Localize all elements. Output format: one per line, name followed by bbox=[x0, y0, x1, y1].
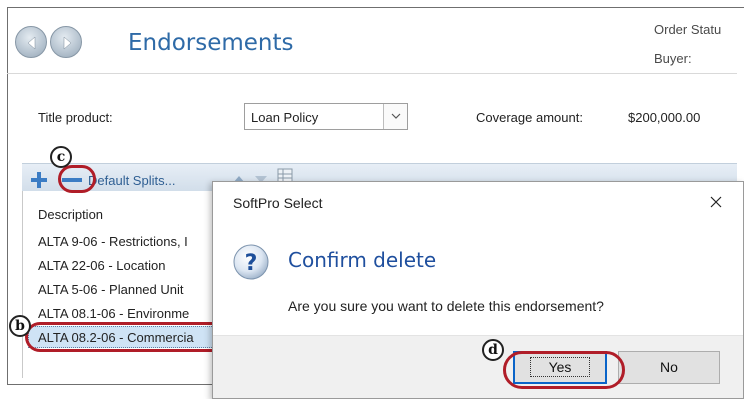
buyer-label: Buyer: bbox=[654, 51, 692, 66]
back-arrow-icon bbox=[27, 36, 36, 50]
table-row[interactable]: ALTA 08.1-06 - Environme bbox=[38, 306, 189, 321]
callout-ring-b bbox=[25, 322, 230, 352]
back-button[interactable] bbox=[15, 26, 47, 58]
callout-ring-c bbox=[58, 165, 96, 193]
default-splits-button[interactable]: Default Splits... bbox=[88, 173, 175, 188]
forward-arrow-icon bbox=[63, 36, 72, 50]
question-icon: ? bbox=[233, 244, 269, 280]
dropdown-button[interactable] bbox=[383, 104, 407, 129]
dialog-title: SoftPro Select bbox=[233, 195, 323, 211]
callout-badge-d: d bbox=[482, 339, 504, 361]
page-title: Endorsements bbox=[128, 30, 294, 56]
chevron-down-icon bbox=[391, 113, 401, 119]
coverage-amount-value: $200,000.00 bbox=[628, 110, 701, 125]
callout-badge-b: b bbox=[9, 315, 31, 337]
confirm-delete-dialog: SoftPro Select ? Confirm delete Are you … bbox=[212, 181, 744, 399]
table-row[interactable]: ALTA 9-06 - Restrictions, I bbox=[38, 234, 188, 249]
table-row[interactable]: ALTA 22-06 - Location bbox=[38, 258, 165, 273]
coverage-amount-label: Coverage amount: bbox=[476, 110, 583, 125]
callout-ring-d bbox=[503, 351, 625, 389]
title-product-select[interactable]: Loan Policy bbox=[244, 103, 408, 130]
dialog-heading: Confirm delete bbox=[288, 248, 437, 272]
close-icon bbox=[710, 196, 722, 208]
table-row[interactable]: ALTA 5-06 - Planned Unit bbox=[38, 282, 184, 297]
no-button[interactable]: No bbox=[618, 351, 720, 384]
plus-icon[interactable] bbox=[30, 171, 48, 189]
title-product-label: Title product: bbox=[38, 110, 113, 125]
forward-button[interactable] bbox=[50, 26, 82, 58]
title-product-value: Loan Policy bbox=[251, 110, 319, 125]
callout-badge-c: c bbox=[50, 146, 72, 168]
column-header-description[interactable]: Description bbox=[38, 207, 103, 222]
dialog-close-button[interactable] bbox=[701, 190, 731, 214]
dialog-message: Are you sure you want to delete this end… bbox=[288, 298, 604, 314]
divider bbox=[7, 73, 737, 74]
order-status-label: Order Statu bbox=[654, 22, 722, 37]
svg-text:?: ? bbox=[245, 251, 258, 276]
